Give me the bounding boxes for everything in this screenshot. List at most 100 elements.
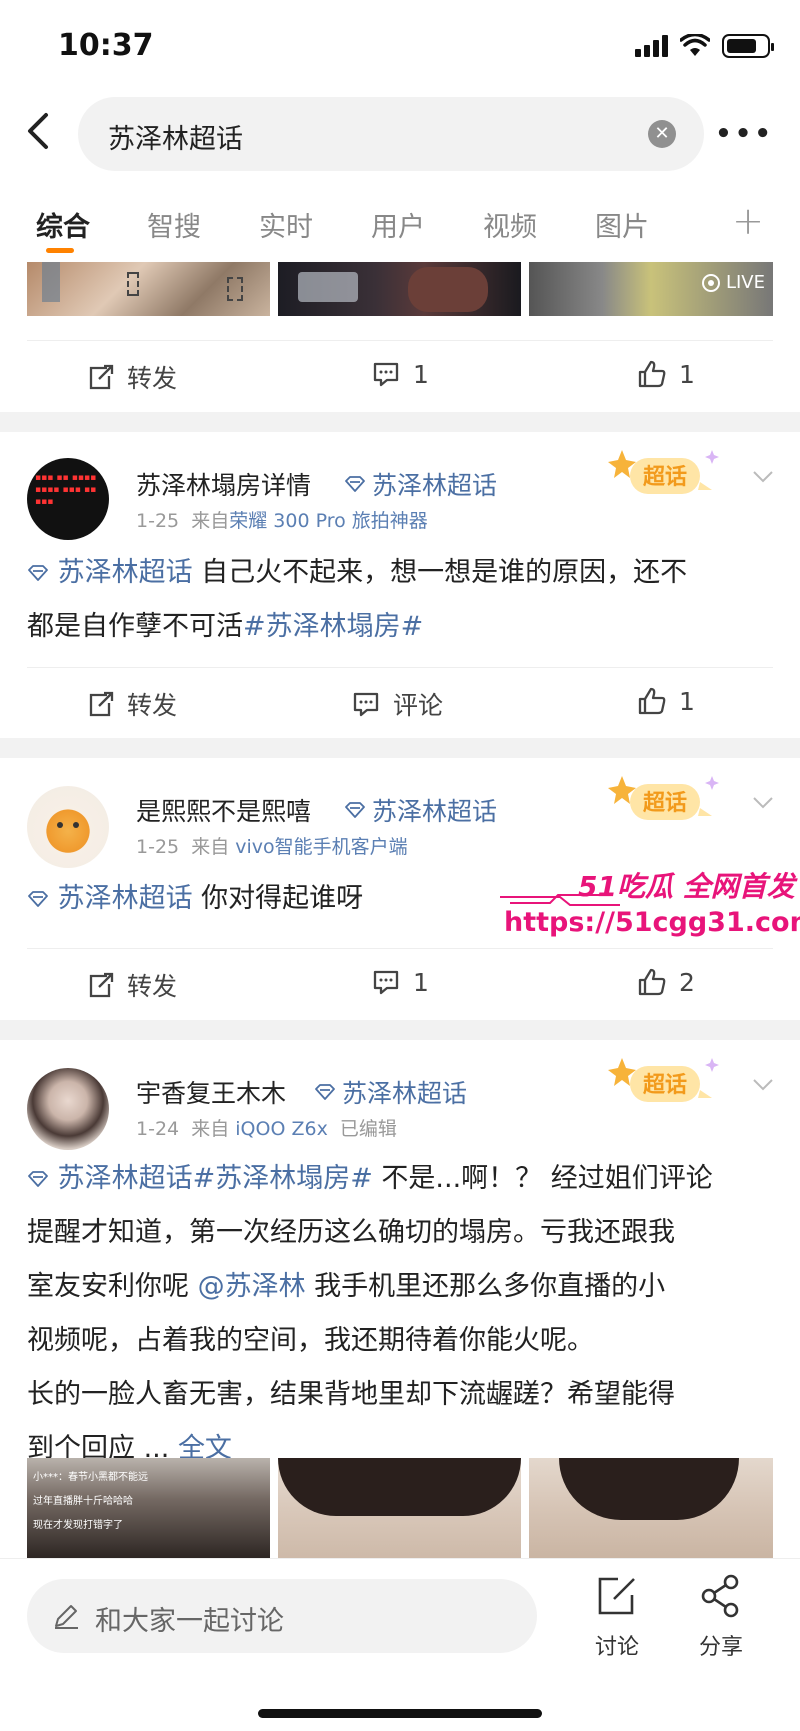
supertopic-diamond-icon xyxy=(345,802,365,818)
supertopic-diamond-icon xyxy=(28,1171,48,1187)
supertopic-badge-icon[interactable]: 超话 xyxy=(608,1050,728,1120)
supertopic-badge-icon[interactable]: 超话 xyxy=(608,768,728,838)
hashtag-link[interactable]: #苏泽林塌房# xyxy=(193,1163,373,1194)
live-icon xyxy=(701,273,720,292)
avatar[interactable] xyxy=(27,786,109,868)
post-meta: 1-24 来自 iQOO Z6x 已编辑 xyxy=(136,1118,397,1140)
tab-videos[interactable]: 视频 xyxy=(483,205,537,244)
bottom-toolbar: 和大家一起讨论 讨论 分享 xyxy=(0,1558,800,1731)
supertopic-tag[interactable]: 苏泽林超话 xyxy=(344,466,497,502)
search-input[interactable]: 苏泽林超话 ✕ xyxy=(78,97,704,171)
search-tabs: 综合 智搜 实时 用户 视频 图片 + xyxy=(0,195,800,260)
svg-text:超话: 超话 xyxy=(643,465,687,490)
repost-icon xyxy=(89,691,114,717)
svg-text:超话: 超话 xyxy=(643,791,687,816)
supertopic-link[interactable]: 苏泽林超话 xyxy=(27,883,193,914)
post-image[interactable] xyxy=(27,262,270,316)
avatar[interactable]: ▪▪▪ ▪▪ ▪▪▪▪ ▪▪▪▪ ▪▪▪ ▪▪▪▪▪ xyxy=(27,458,109,540)
comment-icon xyxy=(373,362,399,387)
watermark-url: https://51cgg31.com xyxy=(504,907,800,938)
active-tab-indicator xyxy=(46,248,74,253)
discuss-button[interactable]: 讨论 xyxy=(577,1573,657,1661)
live-post-image[interactable]: LIVE xyxy=(529,262,773,316)
discussion-placeholder: 和大家一起讨论 xyxy=(95,1606,284,1637)
supertopic-diamond-icon xyxy=(28,891,48,907)
tab-realtime[interactable]: 实时 xyxy=(259,205,313,244)
comment-button[interactable]: 1 xyxy=(371,359,429,389)
back-arrow-icon[interactable] xyxy=(20,109,60,153)
post-action-bar: 转发 1 2 xyxy=(27,948,773,1020)
more-options-button[interactable]: ••• xyxy=(715,119,774,149)
post-source[interactable]: iQOO Z6x xyxy=(235,1118,328,1140)
post-action-bar: 转发 评论 1 xyxy=(27,667,773,739)
post-card[interactable]: ▪▪▪ ▪▪ ▪▪▪▪ ▪▪▪▪ ▪▪▪ ▪▪▪▪▪ 苏泽林塌房详情 苏泽林超话… xyxy=(0,432,800,737)
post-image[interactable] xyxy=(529,1458,773,1560)
post-meta: 1-25 来自 vivo智能手机客户端 xyxy=(136,836,408,858)
comment-icon xyxy=(373,970,399,995)
post-separator xyxy=(0,412,800,432)
post-separator xyxy=(0,738,800,758)
supertopic-diamond-icon xyxy=(28,565,48,581)
watermark-overlay: 51吃瓜 全网首发 https://51cgg31.com xyxy=(500,865,800,945)
thumbs-up-icon xyxy=(638,687,666,715)
supertopic-badge-icon[interactable]: 超话 xyxy=(608,442,728,512)
edited-label: 已编辑 xyxy=(339,1118,397,1140)
post-image-grid: 小***：春节小黑都不能远 过年直播胖十斤哈哈哈 现在才发现打错字了 xyxy=(27,1458,773,1560)
tab-images[interactable]: 图片 xyxy=(595,205,649,244)
like-button[interactable]: 2 xyxy=(637,967,695,997)
chevron-down-icon[interactable] xyxy=(752,796,774,810)
username[interactable]: 苏泽林塌房详情 xyxy=(136,466,311,502)
post-separator xyxy=(0,1020,800,1040)
repost-icon xyxy=(89,364,114,390)
comment-button[interactable]: 评论 xyxy=(351,686,443,722)
repost-icon xyxy=(89,972,114,998)
status-bar: 10:37 xyxy=(0,0,800,95)
supertopic-link[interactable]: 苏泽林超话 xyxy=(27,557,193,588)
tab-users[interactable]: 用户 xyxy=(371,205,425,244)
supertopic-tag[interactable]: 苏泽林超话 xyxy=(344,792,497,828)
username[interactable]: 是熙熙不是熙嘻 xyxy=(136,792,311,828)
search-query: 苏泽林超话 xyxy=(108,124,243,155)
like-button[interactable]: 1 xyxy=(637,686,695,716)
supertopic-tag[interactable]: 苏泽林超话 xyxy=(314,1074,467,1110)
pencil-icon xyxy=(55,1605,78,1629)
supertopic-link[interactable]: 苏泽林超话 xyxy=(27,1163,193,1194)
repost-button[interactable]: 转发 xyxy=(85,359,177,395)
tab-smart-search[interactable]: 智搜 xyxy=(147,205,201,244)
avatar[interactable] xyxy=(27,1068,109,1150)
comment-button[interactable]: 1 xyxy=(371,967,429,997)
share-button[interactable]: 分享 xyxy=(681,1573,761,1661)
clear-search-button[interactable]: ✕ xyxy=(648,120,676,148)
status-time: 10:37 xyxy=(58,28,154,63)
discussion-input[interactable]: 和大家一起讨论 xyxy=(27,1579,537,1653)
post-image[interactable] xyxy=(278,1458,521,1560)
thumbs-up-icon xyxy=(638,968,666,996)
add-tab-icon[interactable]: + xyxy=(732,199,764,243)
search-header: 苏泽林超话 ✕ ••• xyxy=(0,95,800,175)
post-action-bar: 转发 1 1 xyxy=(27,340,773,412)
thumbs-up-icon xyxy=(638,360,666,388)
wifi-icon xyxy=(680,34,710,56)
comment-icon xyxy=(353,692,379,717)
like-button[interactable]: 1 xyxy=(637,359,695,389)
tab-comprehensive[interactable]: 综合 xyxy=(36,205,90,244)
post-source[interactable]: vivo智能手机客户端 xyxy=(235,836,407,858)
chevron-down-icon[interactable] xyxy=(752,1078,774,1092)
previous-post-images: LIVE xyxy=(27,262,773,316)
cellular-signal-icon xyxy=(635,35,668,57)
username[interactable]: 宇香复王木木 xyxy=(136,1074,286,1110)
hashtag-link[interactable]: #苏泽林塌房# xyxy=(243,611,423,642)
post-image[interactable] xyxy=(278,262,521,316)
user-mention-link[interactable]: @苏泽林 xyxy=(198,1271,306,1302)
home-indicator[interactable] xyxy=(258,1709,542,1718)
share-icon xyxy=(701,1574,739,1618)
post-content: 苏泽林超话 自己火不起来，想一想是谁的原因，还不 都是自作孽不可活#苏泽林塌房# xyxy=(27,557,688,642)
post-meta: 1-25 来自荣耀 300 Pro 旅拍神器 xyxy=(136,510,428,532)
repost-button[interactable]: 转发 xyxy=(85,967,177,1003)
post-source[interactable]: 荣耀 300 Pro 旅拍神器 xyxy=(229,510,428,532)
chevron-down-icon[interactable] xyxy=(752,470,774,484)
post-image[interactable]: 小***：春节小黑都不能远 过年直播胖十斤哈哈哈 现在才发现打错字了 xyxy=(27,1458,270,1560)
supertopic-diamond-icon xyxy=(345,476,365,492)
repost-button[interactable]: 转发 xyxy=(85,686,177,722)
post-content: 苏泽林超话#苏泽林塌房# 不是...啊！？ 经过姐们评论 提醒才知道，第一次经历… xyxy=(27,1163,713,1464)
